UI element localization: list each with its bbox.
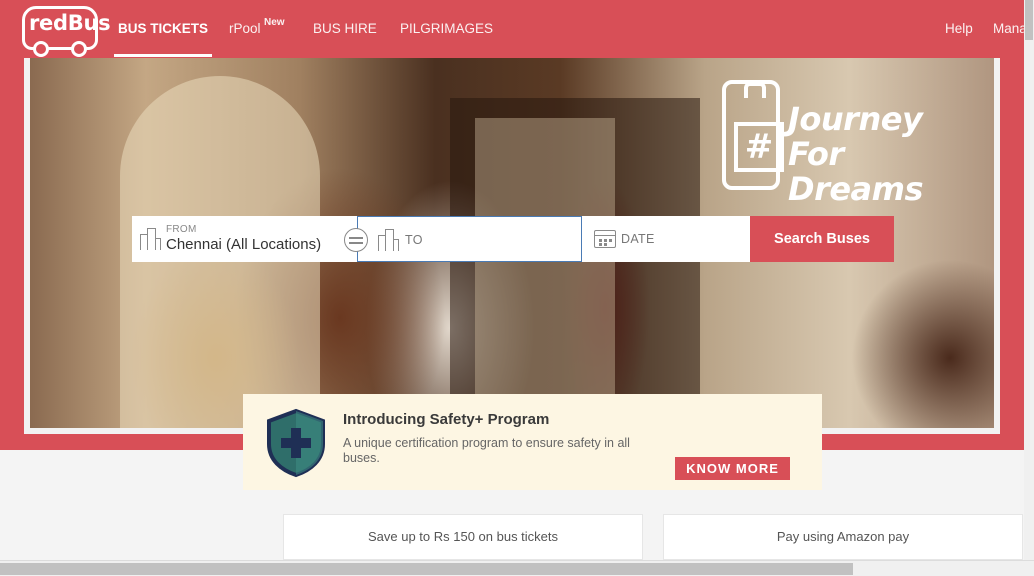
nav-rpool[interactable]: rPool New [229, 17, 285, 36]
safety-plus-card: Introducing Safety+ Program A unique cer… [243, 394, 822, 490]
active-tab-indicator [114, 54, 212, 57]
offer-card[interactable]: Pay using Amazon pay [663, 514, 1023, 560]
safety-title: Introducing Safety+ Program [343, 411, 550, 428]
logo-wheel-icon [33, 41, 49, 57]
date-input: DATE [621, 232, 655, 246]
logo-text: redBus [29, 11, 111, 35]
hash-symbol: # [734, 122, 784, 172]
vertical-scroll-thumb[interactable] [1025, 0, 1033, 40]
calendar-icon [594, 230, 616, 248]
nav-help[interactable]: Help [945, 21, 973, 36]
offer-card[interactable]: Save up to Rs 150 on bus tickets [283, 514, 643, 560]
safety-description: A unique certification program to ensure… [343, 436, 630, 465]
logo-wheel-icon [71, 41, 87, 57]
shield-plus-icon [267, 408, 325, 478]
search-buses-button[interactable]: Search Buses [750, 216, 894, 262]
nav-pilgrimages[interactable]: PILGRIMAGES [400, 21, 493, 36]
horizontal-scrollbar[interactable] [0, 560, 1034, 576]
swap-icon[interactable] [344, 228, 368, 252]
to-field[interactable]: TO [357, 216, 582, 262]
know-more-button[interactable]: KNOW MORE [675, 457, 790, 480]
suitcase-icon: # [722, 80, 784, 190]
building-icon [378, 229, 399, 251]
photo-doorway [475, 118, 615, 428]
horizontal-scroll-thumb[interactable] [0, 563, 853, 575]
nav-bus-tickets[interactable]: BUS TICKETS [118, 21, 208, 36]
date-field[interactable]: DATE [582, 216, 750, 262]
to-input[interactable]: TO [405, 233, 423, 247]
redbus-logo[interactable]: redBus [22, 6, 111, 57]
vertical-scrollbar[interactable] [1024, 0, 1034, 560]
journey-for-dreams-logo: # Journey For Dreams [722, 70, 942, 207]
campaign-text: Journey For Dreams [788, 100, 924, 208]
top-header: redBus BUS TICKETS rPool New BUS HIRE PI… [0, 0, 1034, 60]
nav-rpool-label: rPool [229, 21, 261, 36]
from-label: FROM [166, 224, 197, 235]
nav-manage[interactable]: Mana [993, 21, 1027, 36]
nav-bus-hire[interactable]: BUS HIRE [313, 21, 377, 36]
new-badge: New [264, 17, 285, 28]
from-field[interactable]: FROM Chennai (All Locations) [132, 216, 357, 262]
building-icon [140, 228, 161, 250]
from-value: Chennai (All Locations) [166, 236, 322, 253]
